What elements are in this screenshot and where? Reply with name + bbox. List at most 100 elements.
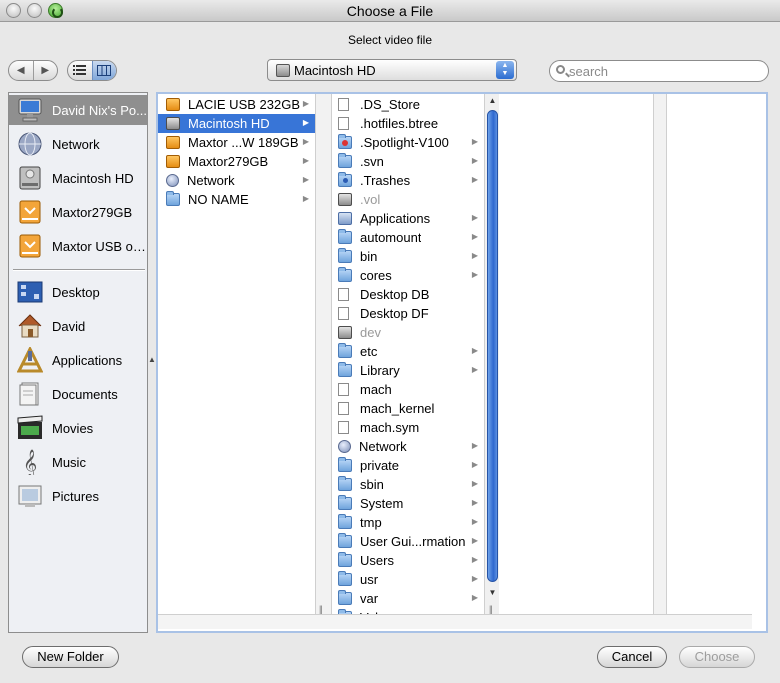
- file-row[interactable]: mach_kernel: [332, 399, 484, 418]
- row-label: .svn: [360, 154, 384, 169]
- file-row[interactable]: Desktop DB: [332, 285, 484, 304]
- folder-row[interactable]: Applications ▶: [332, 209, 484, 228]
- folder-row[interactable]: Maxtor ...W 189GB ▶: [158, 133, 315, 152]
- folder-row[interactable]: System ▶: [332, 494, 484, 513]
- folder-row[interactable]: Macintosh HD ▶: [158, 114, 315, 133]
- column-grip-icon[interactable]: ||: [319, 604, 323, 614]
- disclosure-arrow-icon: ▶: [471, 270, 478, 279]
- disclosure-arrow-icon: ▶: [302, 118, 309, 127]
- column-grip-icon[interactable]: ||: [489, 604, 493, 614]
- folder-row[interactable]: Users ▶: [332, 551, 484, 570]
- sidebar-item-network[interactable]: Network: [9, 129, 147, 159]
- scroll-thumb[interactable]: [487, 110, 498, 582]
- document-icon: [338, 402, 349, 415]
- folder-row[interactable]: Maxtor279GB ▶: [158, 152, 315, 171]
- disclosure-arrow-icon: ▶: [302, 194, 309, 203]
- folder-row[interactable]: User Gui...rmation ▶: [332, 532, 484, 551]
- disclosure-arrow-icon: ▶: [471, 574, 478, 583]
- folder-row[interactable]: bin ▶: [332, 247, 484, 266]
- folder-row[interactable]: .Trashes ▶: [332, 171, 484, 190]
- sidebar-item-documents[interactable]: Documents: [9, 379, 147, 409]
- disclosure-arrow-icon: ▶: [471, 498, 478, 507]
- empty-column: [499, 94, 653, 614]
- disclosure-arrow-icon: ▶: [302, 137, 309, 146]
- row-label: User Gui...rmation: [360, 534, 466, 549]
- cancel-button[interactable]: Cancel: [597, 646, 667, 668]
- folder-row[interactable]: Library ▶: [332, 361, 484, 380]
- folder-row[interactable]: Network ▶: [332, 437, 484, 456]
- folder-row[interactable]: NO NAME ▶: [158, 190, 315, 209]
- location-popup[interactable]: Macintosh HD ▲ ▼: [267, 59, 517, 81]
- folder-row[interactable]: etc ▶: [332, 342, 484, 361]
- file-row[interactable]: mach.sym: [332, 418, 484, 437]
- hard-drive-icon: [17, 165, 43, 191]
- network-globe-icon: [338, 440, 351, 453]
- folder-row[interactable]: tmp ▶: [332, 513, 484, 532]
- folder-row[interactable]: automount ▶: [332, 228, 484, 247]
- column-view-button[interactable]: [91, 61, 116, 80]
- row-label: private: [360, 458, 400, 473]
- folder-row[interactable]: LACIE USB 232GB ▶: [158, 95, 315, 114]
- scroll-up-arrow[interactable]: ▲: [485, 94, 500, 108]
- folder-row[interactable]: usr ▶: [332, 570, 484, 589]
- sidebar-item-maxtor-usb[interactable]: Maxtor USB or...: [9, 231, 147, 261]
- view-mode-control: [67, 60, 117, 81]
- folder-row[interactable]: cores ▶: [332, 266, 484, 285]
- sidebar-item-macintosh-hd[interactable]: Macintosh HD: [9, 163, 147, 193]
- row-label: Maxtor279GB: [188, 154, 269, 169]
- file-row[interactable]: .vol: [332, 190, 484, 209]
- drive-icon: [166, 136, 180, 149]
- row-label: mach_kernel: [360, 401, 435, 416]
- folder-row[interactable]: .Spotlight-V100 ▶: [332, 133, 484, 152]
- new-folder-button[interactable]: New Folder: [22, 646, 119, 668]
- file-row[interactable]: mach: [332, 380, 484, 399]
- folder-row[interactable]: .svn ▶: [332, 152, 484, 171]
- folder-icon: [338, 457, 352, 472]
- row-label: Applications: [360, 211, 431, 226]
- sidebar-item-home[interactable]: David: [9, 311, 147, 341]
- horizontal-scrollbar[interactable]: [158, 614, 752, 629]
- search-input[interactable]: [569, 63, 759, 79]
- sidebar-item-applications[interactable]: Applications: [9, 345, 147, 375]
- row-label: cores: [360, 268, 392, 283]
- choose-button[interactable]: Choose: [679, 646, 755, 668]
- sidebar-item-maxtor279gb[interactable]: Maxtor279GB: [9, 197, 147, 227]
- file-row[interactable]: .DS_Store: [332, 95, 484, 114]
- folder-row[interactable]: Network ▶: [158, 171, 315, 190]
- forward-button[interactable]: ▶: [32, 61, 58, 80]
- folder-contents-column: .DS_Store .hotfiles.btree .Spotlight-V100 ▶…: [332, 94, 484, 614]
- sidebar-resize-handle[interactable]: ▲: [148, 355, 156, 364]
- scroll-down-arrow[interactable]: ▼: [485, 586, 500, 600]
- folder-row[interactable]: sbin ▶: [332, 475, 484, 494]
- sidebar-item-music[interactable]: 𝄞 Music: [9, 447, 147, 477]
- sidebar-item-pictures[interactable]: Pictures: [9, 481, 147, 511]
- file-row[interactable]: dev: [332, 323, 484, 342]
- folder-icon: [338, 172, 352, 187]
- row-label: LACIE USB 232GB: [188, 97, 300, 112]
- folder-icon: [338, 514, 352, 529]
- sidebar-item-label: Maxtor USB or...: [52, 238, 147, 254]
- row-label: NO NAME: [188, 192, 249, 207]
- sidebar-item-computer[interactable]: David Nix's Po...: [9, 95, 147, 125]
- folder-row[interactable]: var ▶: [332, 589, 484, 608]
- music-icon: 𝄞: [17, 449, 43, 475]
- folder-icon: [338, 552, 352, 567]
- title-bar: Choose a File: [0, 0, 780, 22]
- file-row[interactable]: .hotfiles.btree: [332, 114, 484, 133]
- sidebar-item-movies[interactable]: Movies: [9, 413, 147, 443]
- sidebar-item-label: Music: [52, 454, 86, 470]
- folder-row[interactable]: private ▶: [332, 456, 484, 475]
- external-drive-icon: [17, 233, 43, 259]
- sidebar-item-desktop[interactable]: Desktop: [9, 277, 147, 307]
- desktop-icon: [17, 279, 43, 305]
- volumes-column: LACIE USB 232GB ▶ Macintosh HD ▶ Maxtor ...W…: [158, 94, 316, 629]
- computer-icon: [17, 97, 43, 123]
- list-view-button[interactable]: [68, 61, 92, 80]
- column-resize-handle[interactable]: [316, 94, 332, 629]
- row-label: Macintosh HD: [188, 116, 270, 131]
- column-resize-handle[interactable]: [653, 94, 667, 629]
- disclosure-arrow-icon: ▶: [471, 593, 478, 602]
- back-button[interactable]: ◀: [9, 61, 33, 80]
- file-row[interactable]: Desktop DF: [332, 304, 484, 323]
- vertical-scrollbar[interactable]: ▲ ▼: [484, 94, 499, 614]
